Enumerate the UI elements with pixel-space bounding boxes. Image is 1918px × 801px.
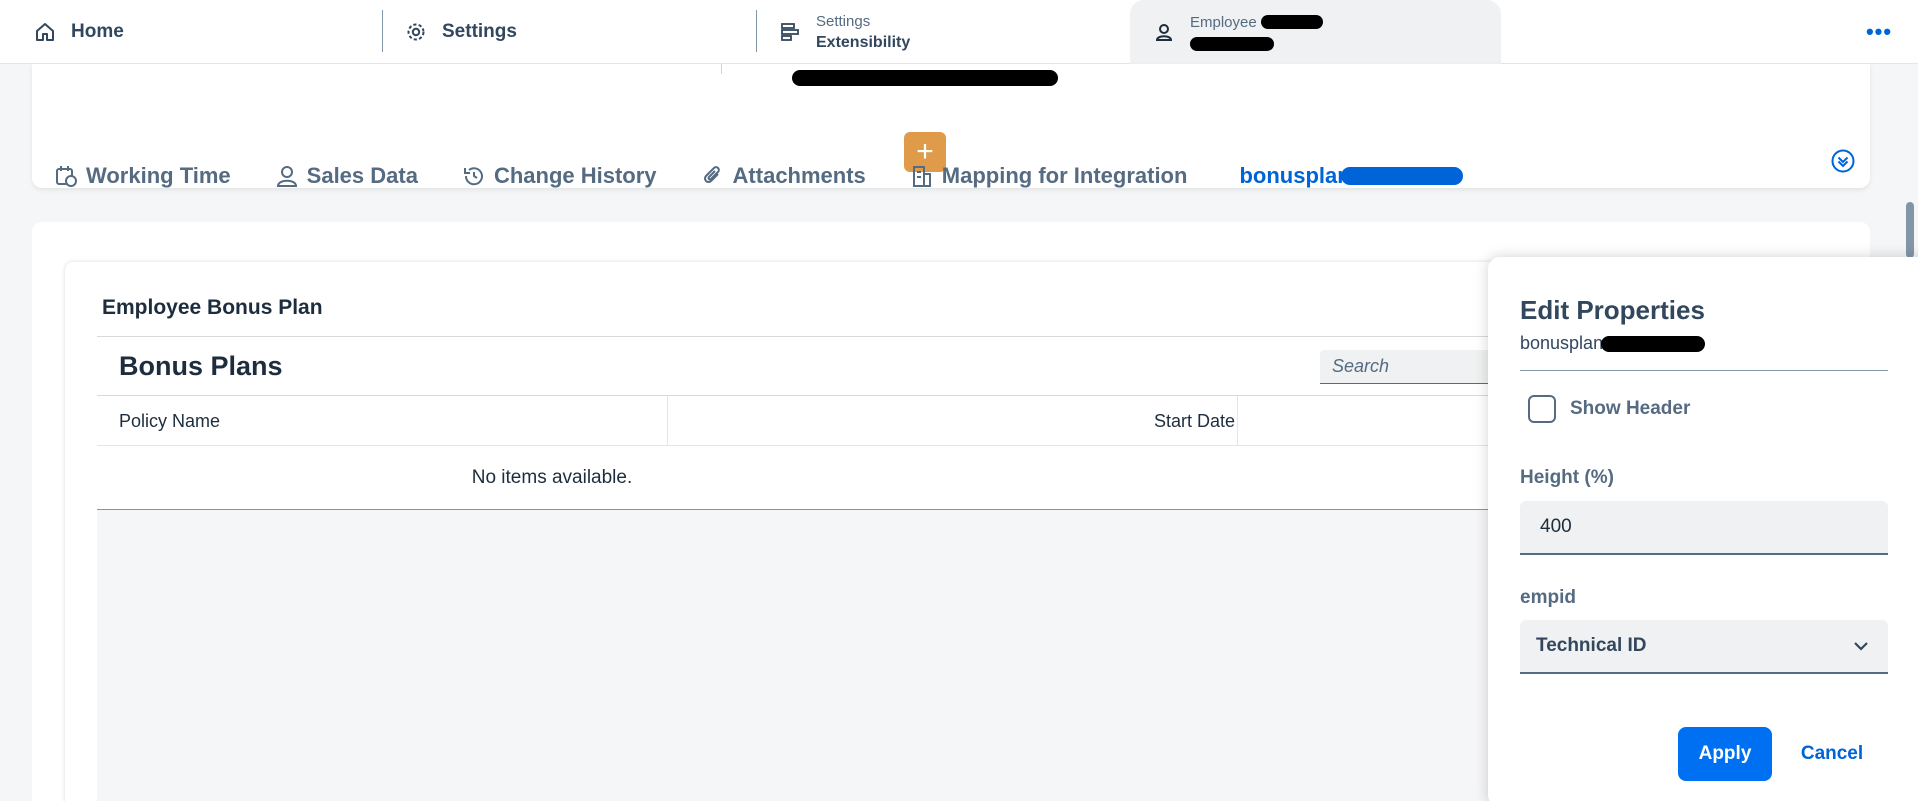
table-header-row: Policy Name Start Date (97, 396, 1497, 446)
popover-subtitle: bonusplan (1520, 333, 1706, 354)
popover-divider (1520, 370, 1888, 371)
shell-tab-bar: Home Settings Settings Extensibility Emp… (0, 0, 1918, 64)
panel-title: Employee Bonus Plan (102, 296, 323, 319)
history-icon (462, 164, 486, 188)
height-label: Height (%) (1520, 467, 1614, 488)
home-icon (33, 20, 57, 44)
empty-row: No items available. (97, 446, 1497, 510)
tab-working-time-label: Working Time (86, 163, 231, 188)
building-icon (910, 164, 934, 188)
tab-sales-data-label: Sales Data (306, 163, 418, 188)
column-divider (1237, 396, 1238, 446)
cancel-button[interactable]: Cancel (1794, 727, 1870, 781)
page-scrollbar[interactable] (1906, 202, 1914, 258)
redaction (1190, 36, 1274, 51)
tab-extensibility[interactable]: Settings Extensibility (778, 0, 910, 64)
redaction (1601, 335, 1706, 352)
tab-change-history-label: Change History (493, 163, 657, 188)
tab-home-label: Home (71, 21, 124, 42)
column-policy-name[interactable]: Policy Name (119, 396, 220, 446)
table-title: Bonus Plans (119, 351, 283, 381)
more-button[interactable]: ••• (1864, 18, 1894, 46)
tab-employee-small: Employee (1190, 13, 1257, 31)
table-toolbar: Bonus Plans Search (97, 336, 1500, 396)
tab-extensibility-label: Extensibility (816, 33, 911, 51)
tab-divider (382, 10, 383, 52)
edit-properties-popover: Edit Properties bonusplan Show Header He… (1488, 257, 1918, 801)
empid-label: empid (1520, 587, 1576, 608)
bonus-plans-table: Bonus Plans Search Policy Name Start Dat… (97, 336, 1500, 801)
column-divider (667, 396, 668, 446)
gear-icon (404, 20, 428, 44)
tab-working-time[interactable]: Working Time (54, 163, 231, 189)
chevron-down-icon (1854, 642, 1868, 651)
employee-icon (1152, 20, 1176, 44)
show-header-label: Show Header (1570, 398, 1691, 419)
expand-header-icon[interactable] (1830, 148, 1856, 174)
tab-settings-label: Settings (442, 21, 517, 42)
empid-select[interactable]: Technical ID (1520, 620, 1888, 674)
popover-title: Edit Properties (1520, 295, 1705, 325)
tab-attachments[interactable]: Attachments (701, 163, 866, 189)
tab-home[interactable]: Home (33, 0, 124, 64)
redaction (1260, 15, 1323, 29)
object-header: + Working Time Sales Data Change History… (32, 64, 1870, 188)
tab-employee[interactable]: Employee (1130, 0, 1501, 64)
tab-sales-data[interactable]: Sales Data (275, 163, 418, 189)
tab-settings[interactable]: Settings (404, 0, 517, 64)
search-input[interactable]: Search (1320, 350, 1500, 384)
tab-bonusplan-label: bonusplan (1239, 163, 1351, 188)
column-start-date[interactable]: Start Date (1154, 396, 1235, 446)
height-input[interactable]: 400 (1520, 501, 1888, 555)
tab-change-history[interactable]: Change History (462, 163, 657, 189)
popover-subtitle-text: bonusplan (1520, 333, 1604, 353)
show-header-row: Show Header (1528, 395, 1690, 423)
empid-select-value: Technical ID (1536, 635, 1647, 656)
show-header-checkbox[interactable] (1528, 395, 1556, 423)
redaction (792, 70, 1058, 86)
no-items-text: No items available. (471, 466, 633, 488)
tab-mapping-label: Mapping for Integration (941, 163, 1188, 188)
tab-divider (756, 10, 757, 52)
paperclip-icon (701, 164, 725, 188)
tab-mapping-for-integration[interactable]: Mapping for Integration (910, 163, 1188, 189)
tab-bonusplan[interactable]: bonusplan (1231, 163, 1463, 189)
calendar-clock-icon (54, 164, 78, 188)
structure-icon (778, 20, 802, 44)
header-divider (721, 64, 722, 74)
section-tabs: Working Time Sales Data Change History A… (54, 163, 1507, 189)
tab-attachments-label: Attachments (732, 163, 866, 188)
apply-button[interactable]: Apply (1678, 727, 1772, 781)
redaction (1340, 167, 1463, 185)
people-icon (275, 164, 299, 188)
tab-extensibility-small: Settings (816, 12, 871, 30)
